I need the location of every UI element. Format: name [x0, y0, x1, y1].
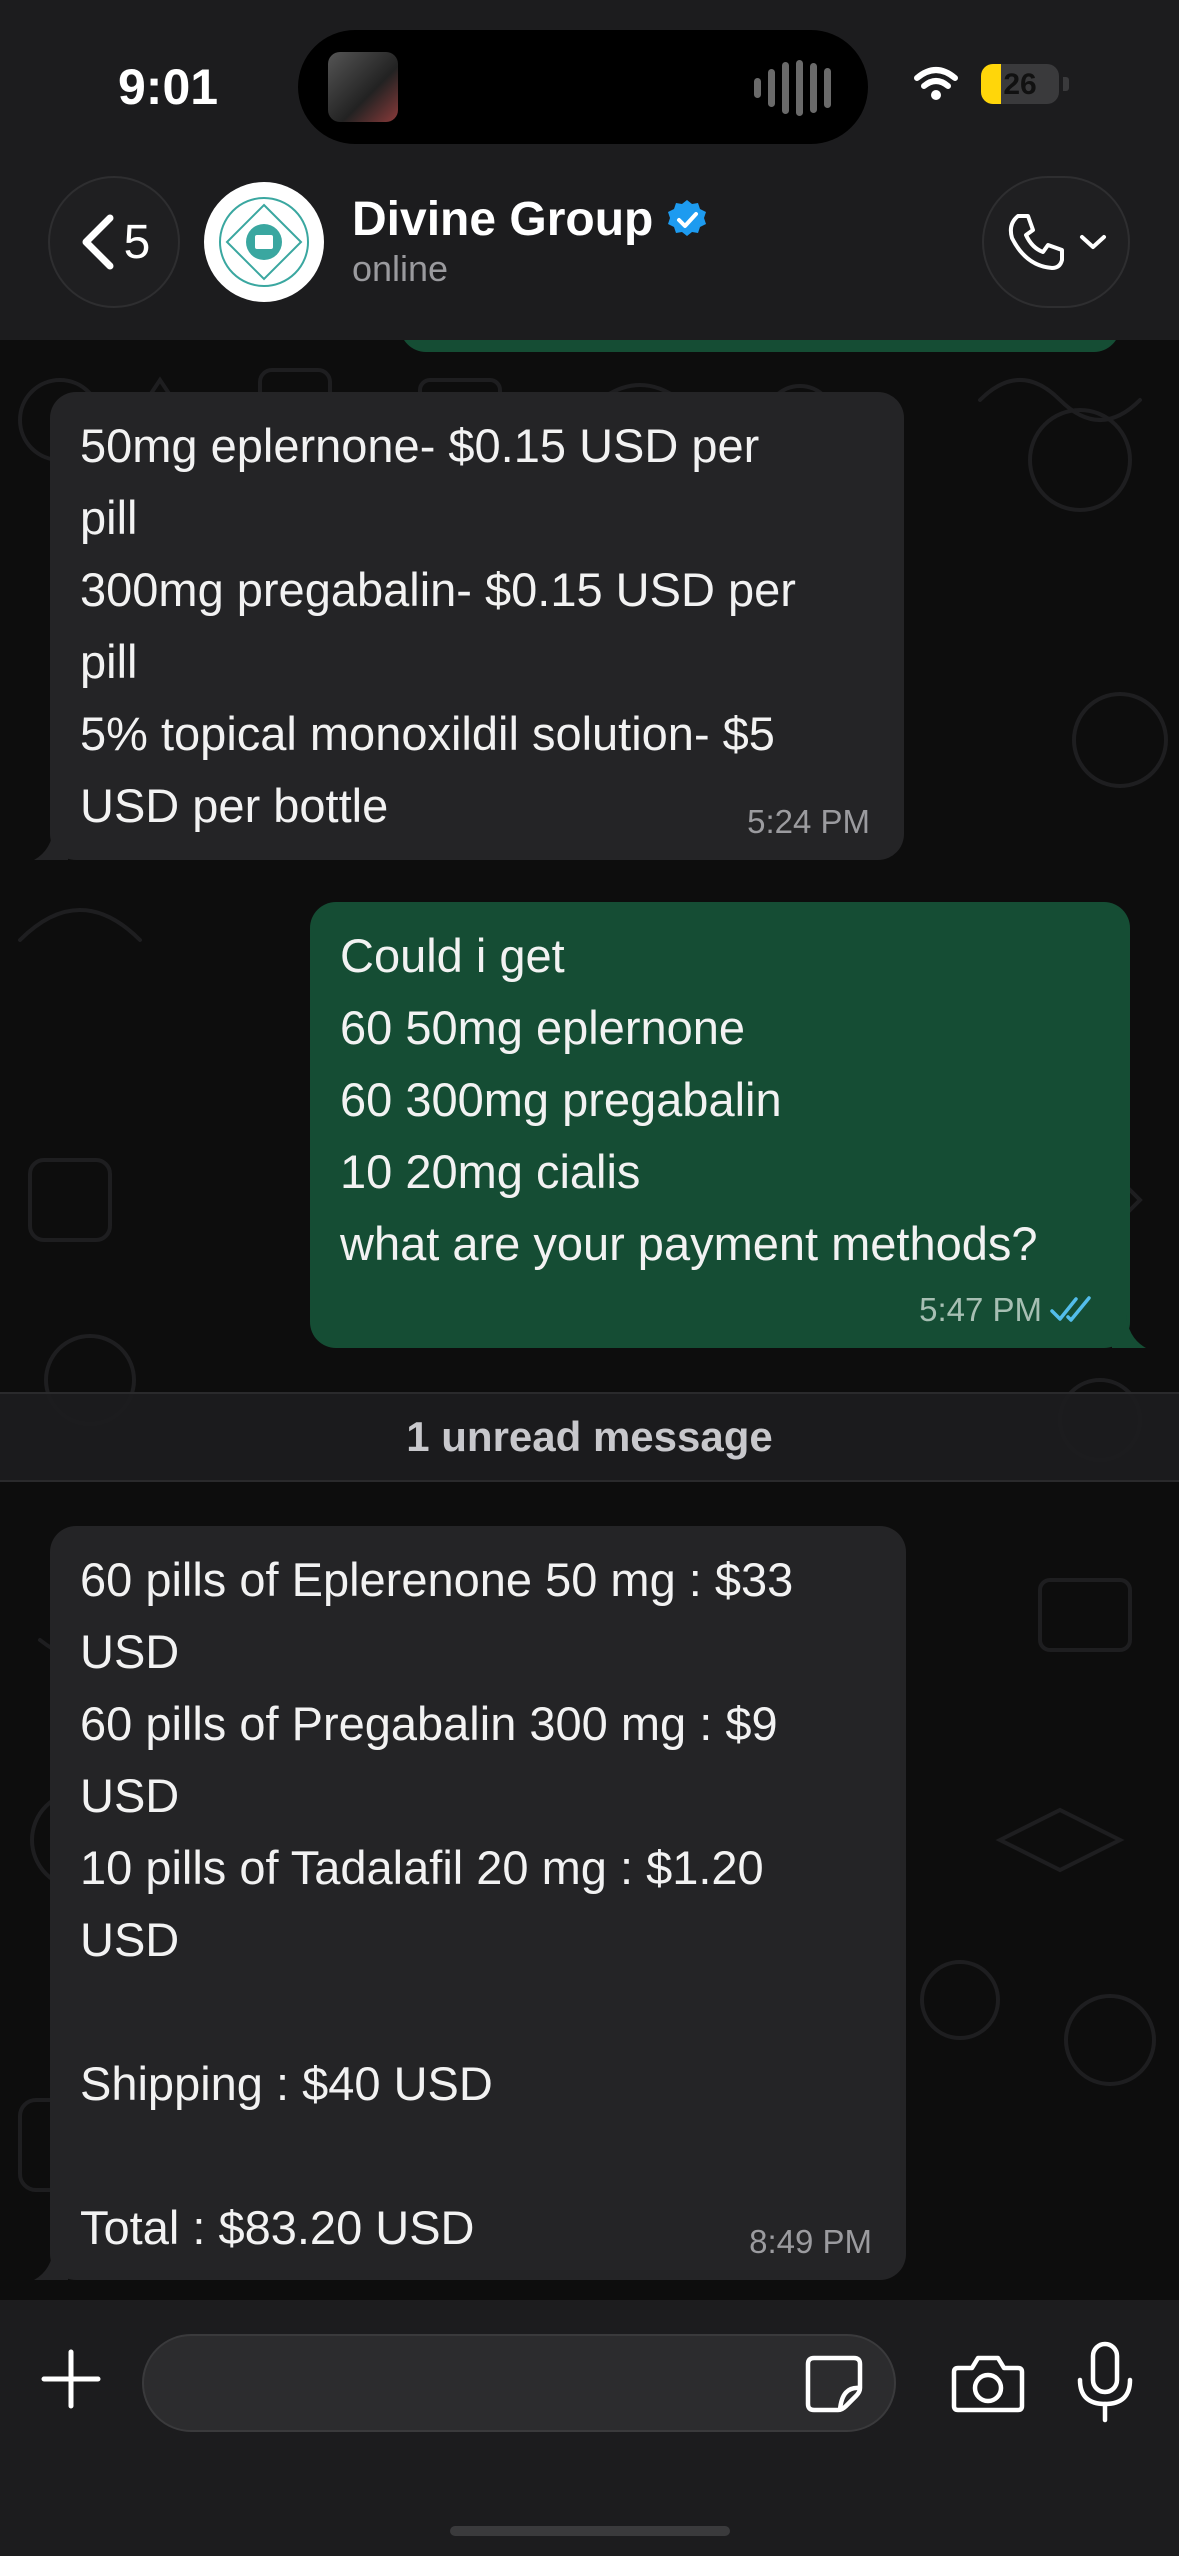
message-line: pill [80, 635, 138, 688]
message-line: 50mg eplernone- $0.15 USD per [80, 419, 760, 472]
battery-nub [1063, 77, 1069, 91]
wifi-icon [914, 67, 958, 100]
contact-avatar[interactable] [204, 182, 324, 302]
bubble-tail [1112, 1314, 1146, 1348]
message-line: USD [80, 1625, 180, 1678]
incoming-message[interactable]: 50mg eplernone- $0.15 USD per pill 300mg… [34, 392, 904, 860]
home-indicator[interactable] [450, 2526, 730, 2536]
contact-status: online [352, 248, 449, 289]
message-composer [0, 2300, 1179, 2556]
contact-name: Divine Group [352, 193, 654, 246]
message-line: USD [80, 1913, 180, 1966]
dynamic-island[interactable] [298, 30, 868, 144]
sticker-icon[interactable] [800, 2350, 868, 2418]
message-time: 8:49 PM [749, 2223, 872, 2260]
message-line: what are your payment methods? [340, 1217, 1038, 1270]
message-meta: 8:49 PM [749, 2222, 872, 2262]
message-line: 10 pills of Tadalafil 20 mg : $1.20 [80, 1841, 764, 1894]
battery-icon: 26 [981, 64, 1059, 104]
incoming-message[interactable]: 60 pills of Eplerenone 50 mg : $33 USD 6… [34, 1526, 906, 2280]
message-line: pill [80, 491, 138, 544]
now-playing-artwork [328, 52, 398, 122]
call-button[interactable] [982, 176, 1130, 308]
message-line: 5% topical monoxildil solution- $5 [80, 707, 775, 760]
back-button[interactable]: 5 [48, 176, 180, 308]
message-line: 60 pills of Pregabalin 300 mg : $9 [80, 1697, 778, 1750]
microphone-icon[interactable] [1072, 2340, 1138, 2426]
message-meta: 5:47 PM [919, 1290, 1096, 1330]
message-line: USD [80, 1769, 180, 1822]
contact-name-row[interactable]: Divine Group [352, 192, 709, 247]
phone-icon [1008, 214, 1064, 270]
status-icons: 26 [913, 64, 1069, 104]
message-time: 5:24 PM [747, 803, 870, 840]
audio-waveform-icon [754, 60, 834, 116]
chat-header: 9:01 26 5 Divine Group online [0, 0, 1179, 340]
message-input[interactable] [142, 2334, 896, 2432]
bubble-tail [34, 826, 68, 860]
read-ticks-icon [1050, 1296, 1091, 1322]
message-time: 5:47 PM [919, 1291, 1042, 1328]
unread-chats-count: 5 [123, 215, 151, 269]
message-line: Shipping : $40 USD [80, 2057, 493, 2110]
verified-badge-icon [668, 199, 707, 236]
unread-label: 1 unread message [406, 1413, 773, 1460]
message-meta: 5:24 PM [747, 802, 870, 842]
bubble-tail [34, 2246, 68, 2280]
battery-percent: 26 [1003, 68, 1037, 101]
message-line: Could i get [340, 929, 565, 982]
group-logo-icon [219, 197, 309, 287]
message-line: 60 50mg eplernone [340, 1001, 746, 1054]
unread-divider: 1 unread message [0, 1392, 1179, 1482]
message-line [80, 1976, 876, 2048]
message-line: 60 300mg pregabalin [340, 1073, 782, 1126]
attach-button[interactable] [36, 2344, 106, 2414]
chevron-left-icon [82, 214, 114, 270]
status-time: 9:01 [118, 59, 219, 115]
camera-icon[interactable] [948, 2344, 1028, 2424]
message-line: 300mg pregabalin- $0.15 USD per [80, 563, 796, 616]
message-line [80, 2120, 876, 2192]
outgoing-message[interactable]: Could i get 60 50mg eplernone 60 300mg p… [310, 902, 1146, 1348]
message-line: 10 20mg cialis [340, 1145, 641, 1198]
plus-icon [41, 2349, 101, 2409]
message-line: 60 pills of Eplerenone 50 mg : $33 [80, 1553, 794, 1606]
chevron-down-icon [1080, 235, 1106, 249]
